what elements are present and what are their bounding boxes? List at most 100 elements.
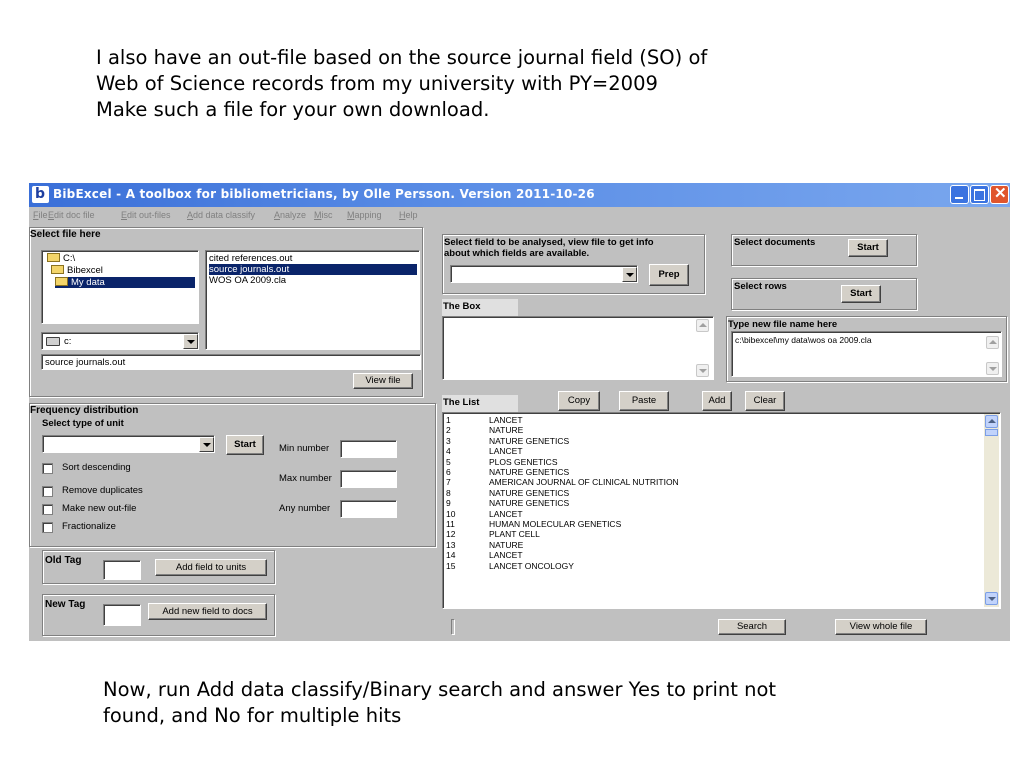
make-new-out-file-checkbox[interactable]: [42, 504, 53, 515]
menu-edit-out-files[interactable]: Edit out-files: [121, 210, 171, 220]
folder-list[interactable]: C:\ Bibexcel My data: [41, 250, 199, 324]
min-number-label: Min number: [279, 443, 330, 454]
clear-button[interactable]: Clear: [745, 391, 785, 411]
field-select-heading-2: about which fields are available.: [444, 248, 590, 259]
list-item[interactable]: 3 NATURE GENETICS: [446, 436, 976, 446]
list-item[interactable]: 10 LANCET: [446, 509, 976, 519]
chevron-down-icon[interactable]: [622, 267, 637, 282]
the-box-textarea[interactable]: [442, 316, 714, 380]
remove-duplicates-checkbox[interactable]: [42, 486, 53, 497]
list-item[interactable]: 11 HUMAN MOLECULAR GENETICS: [446, 519, 976, 529]
new-file-label: Type new file name here: [728, 319, 838, 330]
file-list[interactable]: cited references.out source journals.out…: [205, 250, 420, 350]
add-button[interactable]: Add: [702, 391, 732, 411]
filename-field[interactable]: source journals.out: [41, 354, 421, 370]
folder-open-icon: [55, 277, 68, 286]
list-item[interactable]: 15 LANCET ONCOLOGY: [446, 561, 976, 571]
list-item-number: 9: [446, 498, 451, 509]
list-item[interactable]: 5 PLOS GENETICS: [446, 457, 976, 467]
add-field-to-units-button[interactable]: Add field to units: [155, 559, 267, 576]
maximize-button[interactable]: [970, 185, 989, 204]
menu-bar: File Edit doc file Edit out-files Add da…: [29, 208, 1010, 224]
any-number-input[interactable]: [340, 500, 397, 518]
menu-help[interactable]: Help: [399, 210, 418, 220]
list-item-journal: NATURE: [489, 539, 524, 550]
scroll-up-icon[interactable]: [696, 319, 709, 332]
window-title: BibExcel - A toolbox for bibliometrician…: [53, 187, 595, 201]
view-file-button[interactable]: View file: [353, 373, 413, 389]
list-item-journal: NATURE GENETICS: [489, 498, 570, 509]
menu-edit-doc-file[interactable]: Edit doc file: [48, 210, 95, 220]
file-item[interactable]: cited references.out: [209, 253, 292, 264]
max-number-input[interactable]: [340, 470, 397, 488]
new-tag-input[interactable]: [103, 604, 141, 626]
list-item-number: 2: [446, 425, 451, 436]
list-item[interactable]: 14 LANCET: [446, 550, 976, 560]
scroll-down-icon[interactable]: [696, 364, 709, 377]
fractionalize-label: Fractionalize: [62, 521, 116, 532]
field-select[interactable]: [450, 265, 638, 283]
new-file-input[interactable]: c:\bibexcel\my data\wos oa 2009.cla: [731, 331, 1002, 377]
list-item[interactable]: 9 NATURE GENETICS: [446, 498, 976, 508]
file-item-selected[interactable]: source journals.out: [209, 264, 417, 275]
file-item[interactable]: WOS OA 2009.cla: [209, 275, 286, 286]
frequency-start-button[interactable]: Start: [226, 435, 264, 455]
list-item[interactable]: 8 NATURE GENETICS: [446, 488, 976, 498]
folder-icon: [51, 265, 64, 274]
list-item[interactable]: 6 NATURE GENETICS: [446, 467, 976, 477]
the-list-box[interactable]: 1 LANCET 2 NATURE 3 NATURE GENETICS 4 LANCET 5 PL…: [442, 412, 1001, 609]
min-number-input[interactable]: [340, 440, 397, 458]
slide-line: Make such a file for your own download.: [96, 98, 490, 121]
minimize-button[interactable]: [950, 185, 969, 204]
slide-line: I also have an out-file based on the sou…: [96, 46, 708, 69]
drive-icon: [46, 337, 60, 346]
menu-file[interactable]: File: [33, 210, 48, 220]
list-item[interactable]: 4 LANCET: [446, 446, 976, 456]
scroll-up-icon[interactable]: [986, 336, 999, 349]
folder-item[interactable]: Bibexcel: [51, 265, 103, 276]
list-item[interactable]: 2 NATURE: [446, 425, 976, 435]
list-item[interactable]: 13 NATURE: [446, 540, 976, 550]
menu-analyze[interactable]: Analyze: [274, 210, 306, 220]
scroll-down-icon[interactable]: [985, 592, 998, 605]
fractionalize-checkbox[interactable]: [42, 522, 53, 533]
menu-mapping[interactable]: Mapping: [347, 210, 382, 220]
select-documents-label: Select documents: [734, 237, 816, 248]
old-tag-input[interactable]: [103, 560, 141, 580]
max-number-label: Max number: [279, 473, 332, 484]
prep-button[interactable]: Prep: [649, 264, 689, 286]
search-button[interactable]: Search: [718, 619, 786, 635]
close-button[interactable]: ✕: [990, 185, 1009, 204]
list-item-number: 15: [446, 560, 456, 571]
list-scrollbar[interactable]: [984, 414, 999, 607]
view-whole-file-button[interactable]: View whole file: [835, 619, 927, 635]
list-item-journal: NATURE GENETICS: [489, 435, 570, 446]
documents-start-button[interactable]: Start: [848, 239, 888, 257]
scroll-down-icon[interactable]: [986, 362, 999, 375]
folder-item[interactable]: C:\: [47, 253, 75, 264]
list-item-number: 6: [446, 467, 451, 477]
drive-select[interactable]: c:: [41, 332, 199, 350]
slide-line: Web of Science records from my universit…: [96, 72, 658, 95]
list-item[interactable]: 1 LANCET: [446, 415, 976, 425]
list-item-journal: LANCET: [489, 508, 523, 519]
chevron-down-icon[interactable]: [183, 334, 198, 349]
title-bar[interactable]: b BibExcel - A toolbox for bibliometrici…: [29, 183, 1010, 207]
list-item[interactable]: 7 AMERICAN JOURNAL OF CLINICAL NUTRITION: [446, 477, 976, 487]
paste-button[interactable]: Paste: [619, 391, 669, 411]
scroll-up-icon[interactable]: [985, 415, 998, 428]
scroll-thumb[interactable]: [985, 429, 998, 436]
sort-descending-checkbox[interactable]: [42, 463, 53, 474]
unit-type-select[interactable]: [42, 435, 215, 453]
folder-item-selected[interactable]: My data: [55, 277, 195, 288]
list-item[interactable]: 12 PLANT CELL: [446, 529, 976, 539]
add-new-field-to-docs-button[interactable]: Add new field to docs: [148, 603, 267, 620]
list-item-number: 4: [446, 446, 451, 457]
copy-button[interactable]: Copy: [558, 391, 600, 411]
list-item-journal: HUMAN MOLECULAR GENETICS: [489, 519, 622, 529]
chevron-down-icon[interactable]: [199, 437, 214, 452]
rows-start-button[interactable]: Start: [841, 285, 881, 303]
menu-add-data-classify[interactable]: Add data classify: [187, 210, 255, 220]
menu-misc[interactable]: Misc: [314, 210, 333, 220]
close-icon: ✕: [994, 185, 1007, 202]
